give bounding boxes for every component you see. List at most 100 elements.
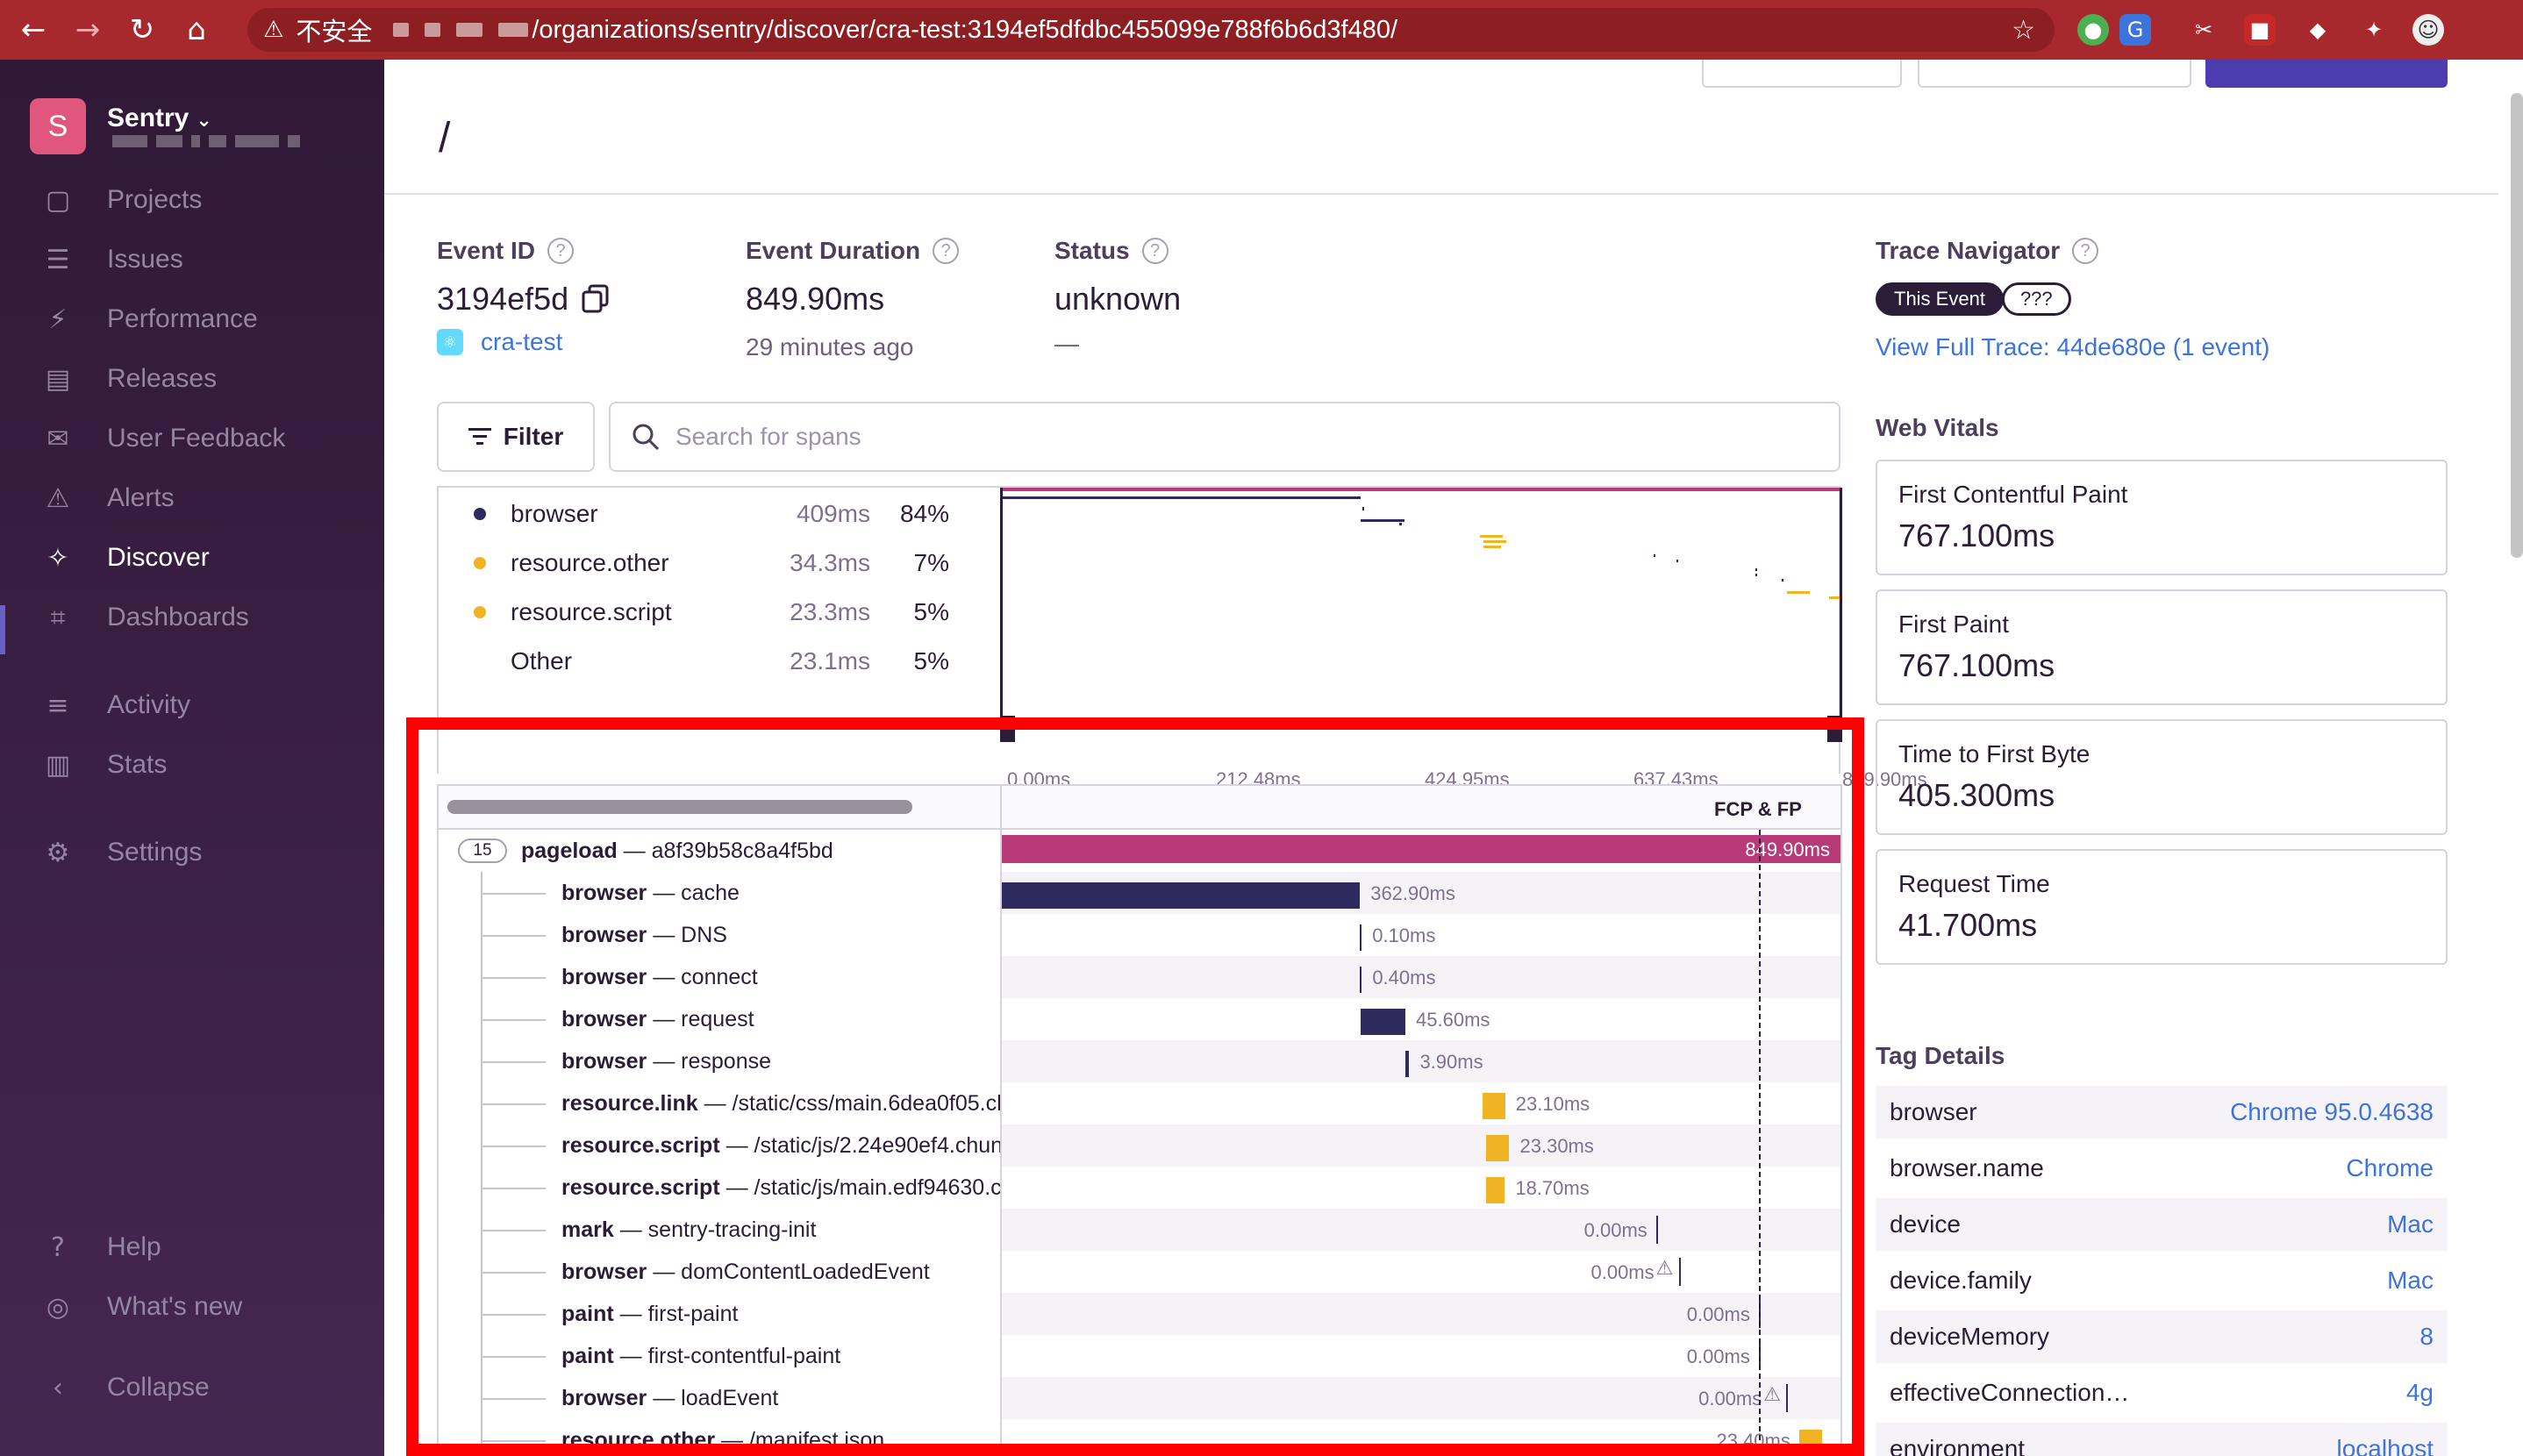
span-row-label[interactable]: browser — connect — [439, 956, 1000, 998]
span-bar-area[interactable]: 23.30ms — [1002, 1124, 1840, 1167]
span-row-label[interactable]: resource.other — /manifest.json — [439, 1419, 1000, 1456]
span-children-count[interactable]: 15 — [458, 839, 507, 863]
translate-icon[interactable]: G — [2119, 14, 2151, 46]
profile-avatar-icon[interactable]: ☺ — [2412, 14, 2444, 46]
span-row-label[interactable]: resource.script — /static/js/2.24e90ef4.… — [439, 1124, 1000, 1167]
span-row-label[interactable]: browser — request — [439, 998, 1000, 1040]
warning-icon[interactable]: ⚠ — [1656, 1258, 1674, 1280]
span-row[interactable]: browser — connect 0.40ms — [439, 956, 1840, 998]
sidebar-item-alerts[interactable]: ⚠ Alerts — [39, 474, 175, 523]
span-bar-area[interactable]: 849.90ms — [1002, 830, 1840, 872]
span-row-label[interactable]: browser — cache — [439, 872, 1000, 914]
span-search-input[interactable]: Search for spans — [609, 402, 1840, 472]
span-row[interactable]: browser — domContentLoadedEvent 0.00ms ⚠ — [439, 1251, 1840, 1293]
span-duration-bar[interactable] — [1002, 882, 1361, 909]
span-row[interactable]: browser — loadEvent 0.00ms ⚠ — [439, 1377, 1840, 1419]
span-duration-bar[interactable] — [1798, 1430, 1823, 1456]
span-row[interactable]: browser — request 45.60ms — [439, 998, 1840, 1040]
span-row[interactable]: resource.link — /static/css/main.6dea0f0… — [439, 1082, 1840, 1124]
sidebar-item-issues[interactable]: ☰ Issues — [39, 235, 183, 284]
tag-value-link[interactable]: Mac — [2387, 1210, 2434, 1238]
vpn-icon[interactable]: ◆ — [2302, 14, 2334, 46]
extension-icon[interactable]: ● — [2077, 14, 2109, 46]
span-duration-bar[interactable] — [1655, 1216, 1658, 1244]
span-bar-area[interactable]: 45.60ms — [1002, 998, 1840, 1040]
span-bar-area[interactable]: 0.00ms — [1002, 1335, 1840, 1377]
web-vital-card[interactable]: Request Time 41.700ms — [1876, 849, 2448, 965]
web-vital-card[interactable]: First Contentful Paint 767.100ms — [1876, 460, 2448, 575]
span-duration-bar[interactable] — [1360, 924, 1362, 951]
question-icon[interactable]: ? — [933, 238, 960, 264]
span-row-label[interactable]: browser — DNS — [439, 914, 1000, 956]
sidebar-item-what-s-new[interactable]: ◎ What's new — [39, 1282, 242, 1331]
span-duration-bar[interactable] — [1678, 1258, 1681, 1286]
span-row[interactable]: browser — response 3.90ms — [439, 1040, 1840, 1082]
span-bar-area[interactable]: 0.00ms ⚠ — [1002, 1251, 1840, 1293]
horizontal-scrollbar[interactable] — [447, 800, 912, 814]
tag-value-link[interactable]: Mac — [2387, 1267, 2434, 1295]
sidebar-item-activity[interactable]: ≡ Activity — [39, 681, 190, 730]
span-bar-area[interactable]: 23.40ms — [1002, 1419, 1840, 1456]
tag-value-link[interactable]: Chrome 95.0.4638 — [2230, 1098, 2434, 1126]
bookmark-star-icon[interactable]: ☆ — [2012, 15, 2035, 46]
span-row[interactable]: browser — DNS 0.10ms — [439, 914, 1840, 956]
web-vital-card[interactable]: First Paint 767.100ms — [1876, 589, 2448, 705]
span-row-label[interactable]: resource.link — /static/css/main.6dea0f0… — [439, 1082, 1000, 1124]
span-duration-bar[interactable] — [1486, 1135, 1510, 1161]
span-bar-area[interactable]: 0.10ms — [1002, 914, 1840, 956]
tag-value-link[interactable]: 4g — [2406, 1379, 2434, 1407]
forward-arrow-icon[interactable]: → — [67, 9, 109, 51]
address-bar[interactable]: ⚠ 不安全 /organizations/sentry/discover/cra… — [247, 8, 2055, 52]
question-icon[interactable]: ? — [547, 238, 575, 264]
sidebar-item-discover[interactable]: ✧ Discover — [39, 533, 209, 582]
warning-icon[interactable]: ⚠ — [1763, 1384, 1781, 1406]
sidebar-item-help[interactable]: ? Help — [39, 1223, 161, 1272]
question-icon[interactable]: ? — [1141, 238, 1169, 264]
minimap-chart[interactable] — [1000, 488, 1842, 742]
span-duration-bar[interactable] — [1360, 967, 1362, 993]
span-row-label[interactable]: paint — first-contentful-paint — [439, 1335, 1000, 1377]
span-row-label[interactable]: browser — loadEvent — [439, 1377, 1000, 1419]
span-row-label[interactable]: browser — domContentLoadedEvent — [439, 1251, 1000, 1293]
filter-button[interactable]: Filter — [437, 402, 595, 472]
span-duration-bar[interactable] — [1405, 1051, 1410, 1077]
span-bar-area[interactable]: 362.90ms — [1002, 872, 1840, 914]
this-event-pill[interactable]: This Event — [1876, 282, 2004, 316]
span-row[interactable]: mark — sentry-tracing-init 0.00ms — [439, 1209, 1840, 1251]
back-arrow-icon[interactable]: ← — [12, 9, 54, 51]
span-row[interactable]: 15 pageload — a8f39b58c8a4f5bd 849.90ms — [439, 830, 1840, 872]
tools-icon[interactable]: ✂ — [2188, 14, 2219, 46]
tag-value-link[interactable]: localhost — [2336, 1435, 2434, 1456]
home-icon[interactable]: ⌂ — [175, 9, 218, 51]
span-duration-bar[interactable] — [1486, 1177, 1505, 1203]
sidebar-item-settings[interactable]: ⚙ Settings — [39, 828, 203, 877]
sidebar-item-releases[interactable]: ▤ Releases — [39, 354, 217, 403]
sidebar-item-stats[interactable]: ▥ Stats — [39, 740, 168, 789]
span-row[interactable]: paint — first-paint 0.00ms — [439, 1293, 1840, 1335]
span-row-label[interactable]: browser — response — [439, 1040, 1000, 1082]
sidebar-item-projects[interactable]: ▢ Projects — [39, 175, 203, 225]
sidebar-item-collapse[interactable]: ‹ Collapse — [39, 1363, 210, 1412]
unknown-parent-pill[interactable]: ??? — [2001, 282, 2071, 316]
project-link[interactable]: ⚛ cra-test — [437, 328, 562, 356]
page-scrollbar[interactable] — [2511, 93, 2523, 558]
span-bar-area[interactable]: 0.00ms ⚠ — [1002, 1377, 1840, 1419]
span-duration-bar[interactable] — [1482, 1093, 1505, 1119]
span-bar-area[interactable]: 0.40ms — [1002, 956, 1840, 998]
sidebar-item-user-feedback[interactable]: ✉ User Feedback — [39, 414, 285, 463]
question-icon[interactable]: ? — [2072, 238, 2099, 264]
column-divider[interactable] — [1000, 786, 1002, 1456]
span-row[interactable]: resource.other — /manifest.json 23.40ms — [439, 1419, 1840, 1456]
span-bar-area[interactable]: 23.10ms — [1002, 1082, 1840, 1124]
web-vital-card[interactable]: Time to First Byte 405.300ms — [1876, 719, 2448, 835]
span-bar-area[interactable]: 3.90ms — [1002, 1040, 1840, 1082]
span-bar-area[interactable]: 0.00ms — [1002, 1209, 1840, 1251]
sidebar-item-dashboards[interactable]: ⌗ Dashboards — [39, 593, 249, 642]
extension-icon[interactable]: ■ — [2244, 14, 2276, 46]
span-row[interactable]: browser — cache 362.90ms — [439, 872, 1840, 914]
tag-value-link[interactable]: Chrome — [2346, 1154, 2434, 1182]
sidebar-item-performance[interactable]: ⚡ Performance — [39, 295, 257, 344]
span-row-label[interactable]: paint — first-paint — [439, 1293, 1000, 1335]
view-full-trace-link[interactable]: View Full Trace: 44de680e (1 event) — [1876, 333, 2269, 361]
span-duration-bar[interactable] — [1360, 1009, 1406, 1035]
